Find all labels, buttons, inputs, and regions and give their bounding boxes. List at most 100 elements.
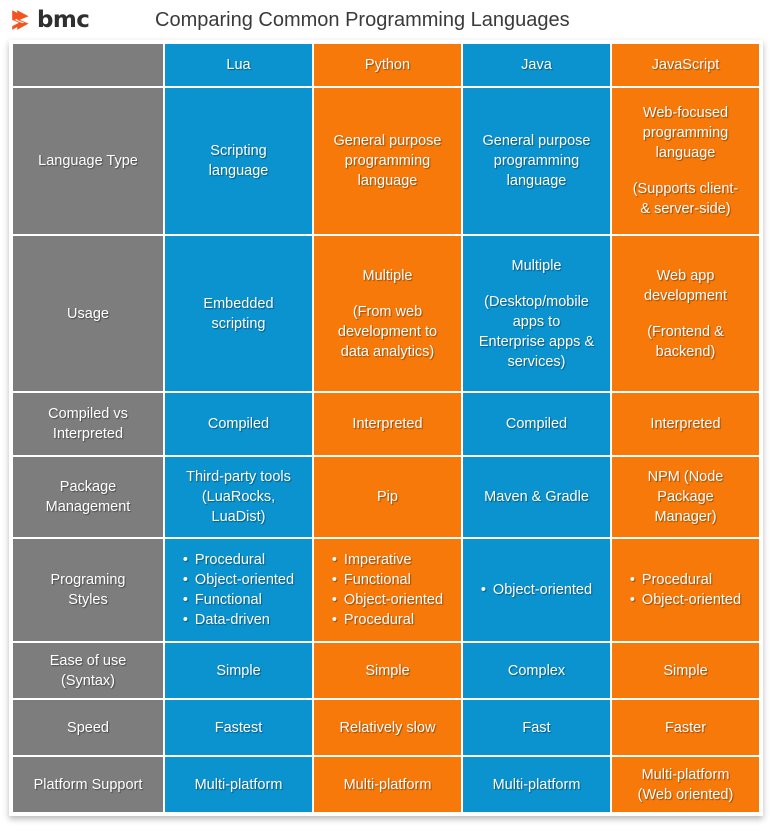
row-label-programing-styles: Programing Styles (13, 539, 163, 641)
table-header-row: Lua Python Java JavaScript (13, 44, 759, 86)
cell-compiled-lua: Compiled (165, 393, 312, 455)
cell-paragraph: Fastest (214, 719, 263, 736)
cell-paragraph: (Desktop/mobile apps to Enterprise apps & s… (478, 293, 595, 370)
row-label-language-type: Language Type (13, 88, 163, 234)
list-item: Procedural (332, 610, 443, 630)
cell-platform-java: Multi-platform (463, 757, 610, 812)
cell-ease-java: Complex (463, 643, 610, 698)
cell-paragraph: (From web development to data analytics) (337, 303, 438, 360)
page-title: Comparing Common Programming Languages (155, 8, 570, 31)
row-label-usage: Usage (13, 236, 163, 391)
list-item: Data-driven (183, 610, 294, 630)
row-label-platform-support: Platform Support (13, 757, 163, 812)
list-item: Functional (183, 590, 294, 610)
table-row: Ease of use (Syntax) Simple Simple Comple… (13, 643, 759, 698)
table-row: Platform Support Multi-platform Multi-pl… (13, 757, 759, 812)
list-item: Procedural (183, 550, 294, 570)
cell-language-type-python: General purpose programming language (314, 88, 461, 234)
cell-usage-java: Multiple (Desktop/mobile apps to Enterprise… (463, 236, 610, 391)
cell-paragraph: Multi-platform (Web oriented) (637, 766, 734, 803)
cell-package-python: Pip (314, 457, 461, 537)
cell-package-javascript: NPM (Node Package Manager) (612, 457, 759, 537)
cell-paragraph: Multiple (511, 257, 562, 274)
cell-language-type-lua: Scripting language (165, 88, 312, 234)
cell-styles-java: Object-oriented (463, 539, 610, 641)
cell-compiled-java: Compiled (463, 393, 610, 455)
cell-paragraph: Interpreted (352, 416, 423, 432)
cell-paragraph: Scripting language (208, 143, 269, 179)
table-row: ProgramingStyles ProceduralObject-orient… (13, 539, 759, 641)
comparison-table-body: Lua Python Java JavaScript Language Type… (13, 44, 759, 812)
table-corner-cell (13, 44, 163, 86)
table-row: Language Type Scripting language General … (13, 88, 759, 234)
cell-paragraph: Simple (216, 662, 261, 679)
bmc-logo: bmc (9, 8, 149, 32)
cell-platform-javascript: Multi-platform (Web oriented) (612, 757, 759, 812)
cell-paragraph: (Supports client- & server-side) (632, 181, 739, 217)
cell-paragraph: Embedded scripting (203, 295, 274, 332)
table-row: Package Management Third-party tools (LuaR… (13, 457, 759, 537)
cell-paragraph: Maven & Gradle (484, 489, 589, 505)
cell-usage-python: Multiple (From web development to data anal… (314, 236, 461, 391)
styles-list: ProceduralObject-orientedFunctionalData-… (183, 550, 294, 630)
cell-speed-javascript: Faster (612, 700, 759, 755)
styles-list: Object-oriented (481, 580, 592, 600)
cell-speed-python: Relatively slow (314, 700, 461, 755)
cell-paragraph: Relatively slow (339, 719, 436, 736)
cell-paragraph: Multi-platform (194, 776, 283, 793)
comparison-table-container: Lua Python Java JavaScript Language Type… (9, 40, 763, 816)
list-item: Imperative (332, 550, 443, 570)
cell-paragraph: Faster (664, 719, 707, 736)
list-item: Object-oriented (630, 590, 741, 610)
cell-styles-python: ImperativeFunctionalObject-orientedProce… (314, 539, 461, 641)
cell-ease-lua: Simple (165, 643, 312, 698)
cell-paragraph: Simple (663, 662, 708, 679)
cell-package-java: Maven & Gradle (463, 457, 610, 537)
cell-speed-java: Fast (463, 700, 610, 755)
cell-paragraph: General purpose programming language (333, 133, 442, 189)
cell-paragraph: Complex (507, 662, 566, 679)
cell-language-type-java: General purpose programming language (463, 88, 610, 234)
cell-paragraph: Web-focused programming language (642, 105, 729, 161)
styles-list: ProceduralObject-oriented (630, 570, 741, 610)
cell-paragraph: (Frontend & backend) (647, 323, 724, 360)
cell-paragraph: Pip (377, 489, 398, 505)
cell-ease-javascript: Simple (612, 643, 759, 698)
comparison-table: Lua Python Java JavaScript Language Type… (11, 42, 761, 814)
cell-compiled-python: Interpreted (314, 393, 461, 455)
cell-paragraph: Compiled (207, 416, 270, 432)
cell-paragraph: Multi-platform (492, 776, 581, 793)
table-row: Usage Embedded scripting Multiple (From we… (13, 236, 759, 391)
list-item: Object-oriented (332, 590, 443, 610)
cell-styles-javascript: ProceduralObject-oriented (612, 539, 759, 641)
bmc-bowtie-logo-icon (9, 8, 33, 32)
column-header-javascript: JavaScript (612, 44, 759, 86)
cell-paragraph: Multiple (362, 267, 413, 284)
cell-paragraph: Simple (365, 662, 410, 679)
list-item: Object-oriented (481, 580, 592, 600)
list-item: Object-oriented (183, 570, 294, 590)
column-header-java: Java (463, 44, 610, 86)
cell-paragraph: General purpose programming language (482, 133, 591, 189)
cell-platform-lua: Multi-platform (165, 757, 312, 812)
column-header-lua: Lua (165, 44, 312, 86)
styles-list: ImperativeFunctionalObject-orientedProce… (332, 550, 443, 630)
column-header-python: Python (314, 44, 461, 86)
cell-paragraph: Multi-platform (343, 776, 432, 793)
cell-compiled-javascript: Interpreted (612, 393, 759, 455)
page-header: bmc Comparing Common Programming Languag… (0, 0, 772, 40)
table-row: Speed Fastest Relatively slow Fast Faste… (13, 700, 759, 755)
cell-paragraph: Third-party tools (LuaRocks, LuaDist) (186, 469, 291, 525)
row-label-ease-of-use: Ease of use (Syntax) (13, 643, 163, 698)
list-item: Functional (332, 570, 443, 590)
cell-paragraph: NPM (Node Package Manager) (647, 469, 724, 525)
cell-styles-lua: ProceduralObject-orientedFunctionalData-… (165, 539, 312, 641)
cell-ease-python: Simple (314, 643, 461, 698)
bmc-logo-text: bmc (37, 6, 90, 33)
cell-package-lua: Third-party tools (LuaRocks, LuaDist) (165, 457, 312, 537)
cell-speed-lua: Fastest (165, 700, 312, 755)
cell-platform-python: Multi-platform (314, 757, 461, 812)
cell-usage-javascript: Web app development (Frontend & backend) (612, 236, 759, 391)
cell-paragraph: Web app development (643, 267, 728, 304)
row-label-compiled-vs-interpreted: Compiled vs Interpreted (13, 393, 163, 455)
